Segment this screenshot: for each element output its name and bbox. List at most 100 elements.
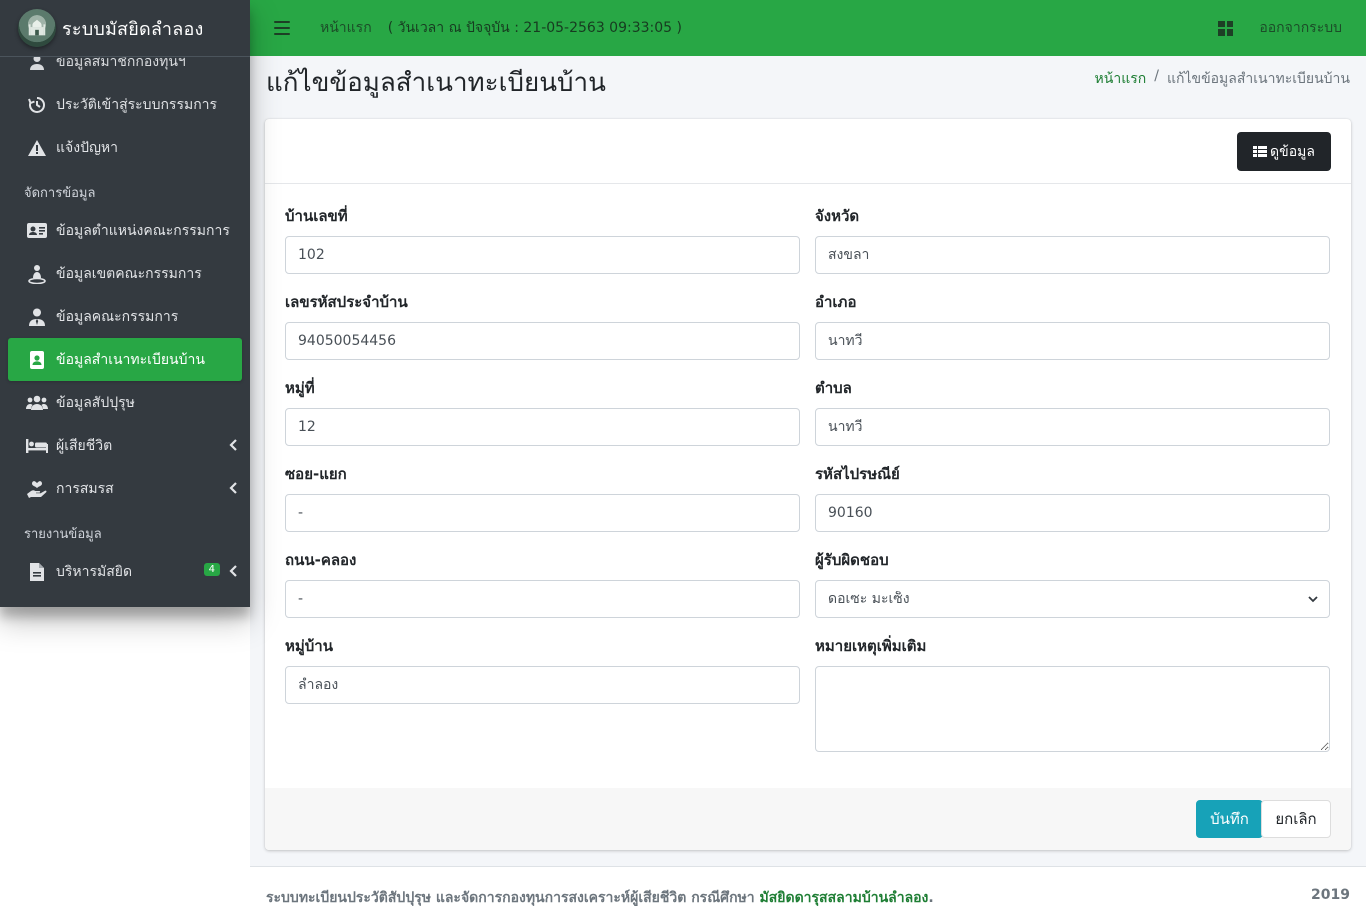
app-title: ระบบมัสยิดลำลอง [62,18,204,40]
sidebar: ระบบมัสยิดลำลอง ข้อมูลสมาชิกกองทุนฯ ประว… [0,0,250,607]
responsible-label: ผู้รับผิดชอบ [815,551,889,569]
chevron-left-icon [229,565,237,577]
breadcrumb-home[interactable]: หน้าแรก [1095,68,1147,90]
sidebar-item-report-problem[interactable]: แจ้งปัญหา [8,126,242,169]
village-label: หมู่บ้าน [285,637,333,655]
province-input[interactable] [815,236,1330,274]
field-village: หมู่บ้าน [285,635,800,721]
footer-period: . [928,890,934,906]
moo-label: หมู่ที่ [285,379,315,397]
field-postcode: รหัสไปรษณีย์ [815,463,1330,549]
village-input[interactable] [285,666,800,704]
house-code-label: เลขรหัสประจำบ้าน [285,293,408,311]
card-footer: บันทึก ยกเลิก [265,788,1351,850]
view-data-button[interactable]: ดูข้อมูล [1237,132,1331,171]
field-province: จังหวัด [815,205,1330,291]
sidebar-item-login-history[interactable]: ประวัติเข้าสู่ระบบกรรมการ [8,83,242,126]
form-column-right: จังหวัด อำเภอ ตำบล รหัสไปรษณีย์ ผู้รับผิ… [815,205,1330,752]
current-datetime: ( วันเวลา ณ ปัจจุบัน : 21-05-2563 09:33:… [387,20,682,36]
sidebar-header-manage: จัดการข้อมูล [24,186,96,201]
field-road: ถนน-คลอง [285,549,800,635]
page-background-left [0,607,250,923]
sidebar-item-marriage[interactable]: การสมรส [8,467,242,510]
history-icon [26,95,48,115]
main-footer: ระบบทะเบียนประวัติสัปปุรุษ และจัดการกองท… [250,866,1366,923]
sidebar-item-label: ข้อมูลสำเนาทะเบียนบ้าน [56,351,205,368]
field-responsible: ผู้รับผิดชอบ ดอเซะ มะเซ็ง [815,549,1330,635]
id-card-icon [26,221,48,241]
field-district: อำเภอ [815,291,1330,377]
sidebar-item-label: แจ้งปัญหา [56,139,118,156]
map-marker-user-icon [26,264,48,284]
district-input[interactable] [815,322,1330,360]
mosque-logo-icon [18,9,56,47]
topbar-home-link[interactable]: หน้าแรก [320,17,372,39]
field-note: หมายเหตุเพิ่มเติม [815,635,1330,752]
responsible-select-wrap: ดอเซะ มะเซ็ง [815,580,1330,618]
sidebar-item-label: บริหารมัสยิด [56,563,133,580]
road-label: ถนน-คลอง [285,551,357,569]
soi-label: ซอย-แยก [285,465,347,483]
moo-input[interactable] [285,408,800,446]
breadcrumb: หน้าแรก / แก้ไขข้อมูลสำเนาทะเบียนบ้าน [1095,68,1350,90]
footer-link[interactable]: มัสยิดดารุสสลามบ้านลำลอง [760,890,929,906]
sidebar-item-label: ข้อมูลเขตคณะกรรมการ [56,265,202,282]
apps-grid-icon[interactable] [1218,20,1234,36]
subdistrict-input[interactable] [815,408,1330,446]
chevron-left-icon [229,439,237,451]
postcode-input[interactable] [815,494,1330,532]
sidebar-item-label: ผู้เสียชีวิต [56,437,113,454]
hand-holding-heart-icon [26,479,48,499]
breadcrumb-separator: / [1154,68,1159,84]
province-label: จังหวัด [815,207,860,225]
address-book-icon [26,350,48,370]
cancel-button[interactable]: ยกเลิก [1261,800,1331,838]
form-column-left: บ้านเลขที่ เลขรหัสประจำบ้าน หมู่ที่ ซอย-… [285,205,800,721]
brand[interactable]: ระบบมัสยิดลำลอง [0,0,250,57]
responsible-select[interactable]: ดอเซะ มะเซ็ง [815,580,1330,618]
edit-house-card: ดูข้อมูล บ้านเลขที่ เลขรหัสประจำบ้าน หมู… [265,119,1351,850]
users-icon [26,393,48,413]
user-tie-icon [26,307,48,327]
road-input[interactable] [285,580,800,618]
note-label: หมายเหตุเพิ่มเติม [815,637,927,655]
sidebar-item-members-data[interactable]: ข้อมูลสัปปุรุษ [8,381,242,424]
sidebar-item-committee-positions[interactable]: ข้อมูลตำแหน่งคณะกรรมการ [8,209,242,252]
sidebar-item-label: การสมรส [56,480,114,497]
sidebar-item-label: ข้อมูลคณะกรรมการ [56,308,179,325]
subdistrict-label: ตำบล [815,379,852,397]
sidebar-item-mosque-admin[interactable]: บริหารมัสยิด 4 [8,550,242,593]
postcode-label: รหัสไปรษณีย์ [815,465,900,483]
house-no-input[interactable] [285,236,800,274]
sidebar-item-label: ข้อมูลสัปปุรุษ [56,394,135,411]
card-header: ดูข้อมูล [265,119,1351,184]
warning-icon [26,138,48,158]
logout-link[interactable]: ออกจากระบบ [1259,17,1342,39]
sidebar-item-label: ประวัติเข้าสู่ระบบกรรมการ [56,96,218,113]
sidebar-item-committee[interactable]: ข้อมูลคณะกรรมการ [8,295,242,338]
house-no-label: บ้านเลขที่ [285,207,348,225]
field-subdistrict: ตำบล [815,377,1330,463]
bed-icon [26,436,48,456]
sidebar-header-report: รายงานข้อมูล [24,527,102,542]
table-icon [1253,145,1268,158]
sidebar-item-committee-zones[interactable]: ข้อมูลเขตคณะกรรมการ [8,252,242,295]
view-data-label: ดูข้อมูล [1270,143,1315,160]
page-title: แก้ไขข้อมูลสำเนาทะเบียนบ้าน [266,68,606,98]
footer-year: 2019 [1311,887,1350,903]
menu-toggle-icon[interactable] [274,21,290,35]
house-code-input[interactable] [285,322,800,360]
field-house-no: บ้านเลขที่ [285,205,800,291]
note-textarea[interactable] [815,666,1330,752]
breadcrumb-current: แก้ไขข้อมูลสำเนาทะเบียนบ้าน [1166,71,1350,87]
sidebar-nav: ข้อมูลสมาชิกกองทุนฯ ประวัติเข้าสู่ระบบกร… [0,40,250,593]
save-button[interactable]: บันทึก [1196,800,1263,838]
file-icon [26,562,48,582]
footer-description: ระบบทะเบียนประวัติสัปปุรุษ และจัดการกองท… [266,890,755,906]
sidebar-item-house-registration[interactable]: ข้อมูลสำเนาทะเบียนบ้าน [8,338,242,381]
topbar: หน้าแรก ( วันเวลา ณ ปัจจุบัน : 21-05-256… [250,0,1366,56]
district-label: อำเภอ [815,293,857,311]
sidebar-item-deceased[interactable]: ผู้เสียชีวิต [8,424,242,467]
field-soi: ซอย-แยก [285,463,800,549]
soi-input[interactable] [285,494,800,532]
